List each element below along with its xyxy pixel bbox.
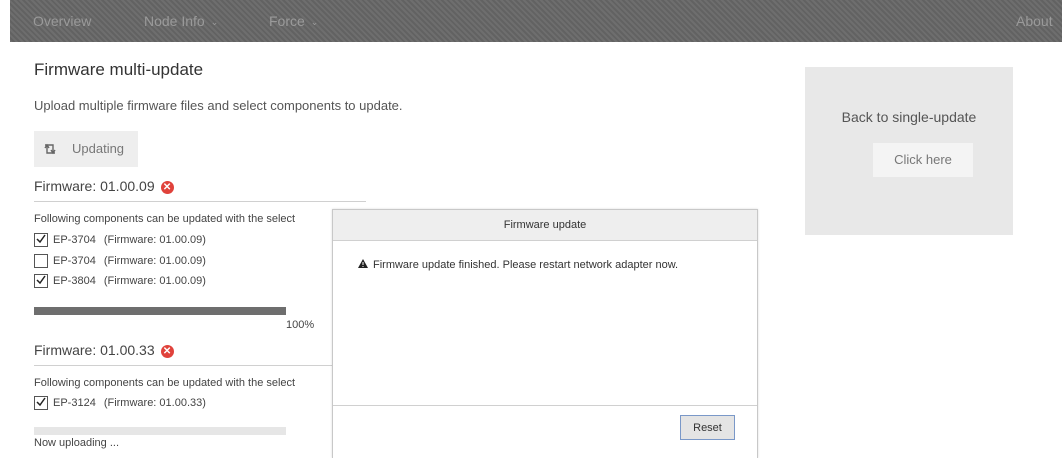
component-firmware: (Firmware: 01.00.09) bbox=[103, 233, 206, 246]
error-close-icon[interactable]: ✕ bbox=[160, 180, 174, 194]
error-close-icon[interactable]: ✕ bbox=[160, 344, 174, 358]
component-firmware: (Firmware: 01.00.09) bbox=[103, 254, 206, 267]
progress-fill bbox=[34, 307, 286, 315]
component-item: EP-3704 (Firmware: 01.00.09) bbox=[34, 254, 206, 268]
firmware-update-dialog: Firmware update Firmware update finished… bbox=[332, 209, 758, 458]
component-firmware: (Firmware: 01.00.33) bbox=[103, 396, 206, 409]
component-name: EP-3804 bbox=[53, 274, 96, 287]
component-firmware: (Firmware: 01.00.09) bbox=[103, 274, 206, 287]
page-subtitle: Upload multiple firmware files and selec… bbox=[34, 98, 403, 113]
firmware-label: Firmware: 01.00.33 bbox=[34, 342, 155, 358]
chevron-down-icon: ⌄ bbox=[310, 17, 319, 27]
nav-overview[interactable]: Overview bbox=[33, 13, 91, 29]
component-item: EP-3124 (Firmware: 01.00.33) bbox=[34, 396, 206, 410]
upload-status: Now uploading ... bbox=[34, 437, 119, 449]
reset-button[interactable]: Reset bbox=[680, 415, 735, 440]
component-item: EP-3804 (Firmware: 01.00.09) bbox=[34, 274, 206, 288]
progress-bar bbox=[34, 427, 286, 435]
component-checkbox[interactable] bbox=[34, 274, 48, 288]
updating-button[interactable]: Updating bbox=[34, 131, 138, 167]
updating-label: Updating bbox=[72, 141, 125, 156]
component-checkbox[interactable] bbox=[34, 233, 48, 247]
divider bbox=[34, 365, 332, 366]
sync-icon bbox=[42, 141, 58, 157]
progress-percent: 100% bbox=[286, 319, 315, 331]
progress-bar bbox=[34, 307, 286, 315]
dialog-message: Firmware update finished. Please restart… bbox=[373, 259, 679, 271]
side-panel-title: Back to single-update bbox=[841, 109, 977, 125]
firmware-label: Firmware: 01.00.09 bbox=[34, 178, 155, 194]
dialog-title: Firmware update bbox=[333, 210, 757, 241]
nav-about[interactable]: About bbox=[1016, 13, 1053, 29]
component-checkbox[interactable] bbox=[34, 254, 48, 268]
component-name: EP-3704 bbox=[53, 233, 96, 246]
firmware-header: Firmware: 01.00.09 ✕ bbox=[34, 178, 174, 194]
firmware-header: Firmware: 01.00.33 ✕ bbox=[34, 342, 174, 358]
dialog-footer-divider bbox=[333, 405, 757, 406]
component-item: EP-3704 (Firmware: 01.00.09) bbox=[34, 233, 206, 247]
component-name: EP-3704 bbox=[53, 254, 96, 267]
page-title: Firmware multi-update bbox=[34, 60, 204, 79]
divider bbox=[34, 201, 366, 202]
component-checkbox[interactable] bbox=[34, 396, 48, 410]
nav-node-info[interactable]: Node Info ⌄ bbox=[144, 13, 218, 29]
dialog-message-row: Firmware update finished. Please restart… bbox=[358, 259, 678, 271]
nav-force[interactable]: Force ⌄ bbox=[269, 13, 318, 29]
nav-force-label: Force bbox=[269, 13, 305, 29]
click-here-button[interactable]: Click here bbox=[873, 143, 973, 177]
component-name: EP-3124 bbox=[53, 396, 96, 409]
components-intro: Following components can be updated with… bbox=[34, 213, 296, 225]
chevron-down-icon: ⌄ bbox=[210, 17, 219, 27]
single-update-panel: Back to single-update Click here bbox=[805, 67, 1013, 235]
nav-node-info-label: Node Info bbox=[144, 13, 205, 29]
components-intro: Following components can be updated with… bbox=[34, 377, 296, 389]
top-navbar: Overview Node Info ⌄ Force ⌄ About bbox=[10, 0, 1062, 42]
warning-icon bbox=[358, 259, 368, 271]
